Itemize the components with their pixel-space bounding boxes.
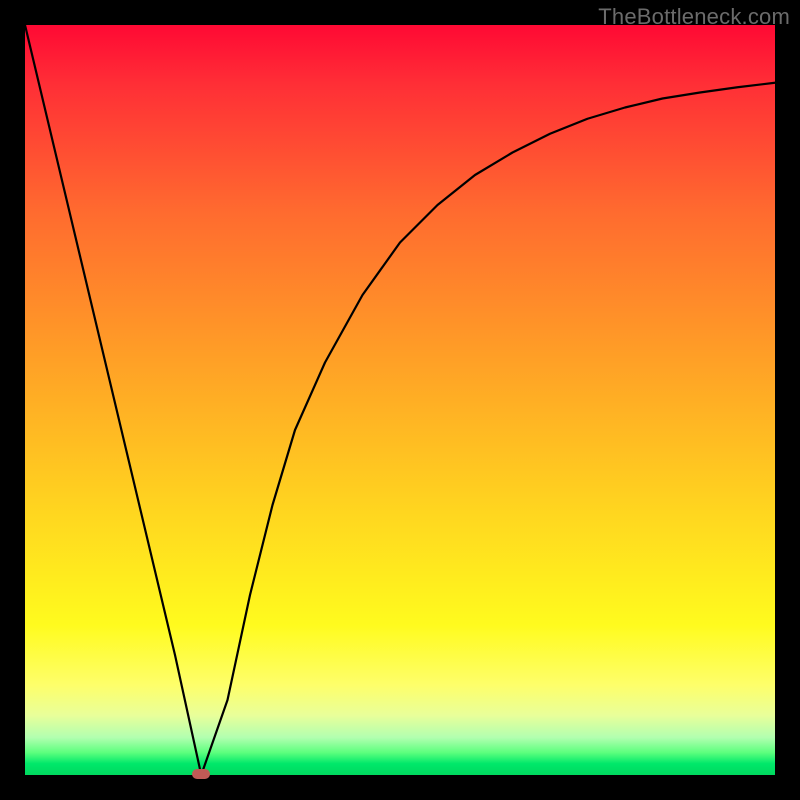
optimal-point-marker — [192, 769, 210, 779]
watermark-text: TheBottleneck.com — [598, 4, 790, 30]
bottleneck-curve — [25, 25, 775, 775]
chart-plot-area — [25, 25, 775, 775]
